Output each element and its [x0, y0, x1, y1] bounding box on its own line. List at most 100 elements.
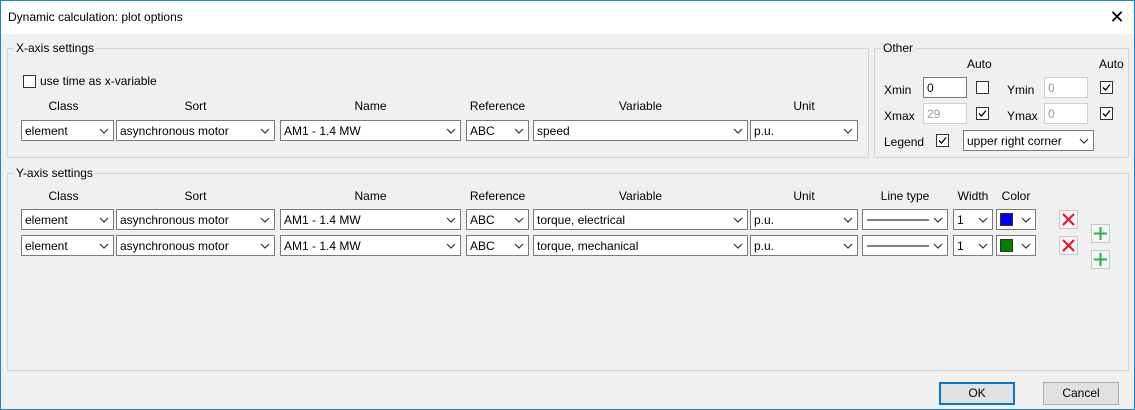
y1-color-select[interactable] [996, 209, 1036, 230]
chevron-down-icon [99, 125, 109, 135]
x-name-select[interactable]: AM1 - 1.4 MW [280, 120, 461, 141]
add-row-button[interactable] [1091, 224, 1110, 243]
y1-name-select[interactable]: AM1 - 1.4 MW [280, 209, 461, 230]
delete-row-2-button[interactable] [1059, 236, 1078, 255]
x-class-select[interactable]: element [21, 120, 114, 141]
chevron-down-icon [733, 240, 743, 250]
chevron-down-icon [933, 214, 943, 224]
chevron-down-icon [446, 240, 456, 250]
y-header-class: Class [48, 189, 79, 203]
use-time-checkbox[interactable] [23, 75, 36, 88]
auto-label-x: Auto [967, 57, 992, 71]
y1-width-select[interactable]: 1 [953, 209, 993, 230]
y-header-unit: Unit [793, 189, 815, 203]
y-header-variable: Variable [618, 189, 663, 203]
close-icon[interactable]: ✕ [1106, 6, 1128, 28]
ymax-label: Ymax [1007, 109, 1038, 123]
legend-checkbox[interactable] [936, 134, 949, 147]
y2-variable-select[interactable]: torque, mechanical [533, 235, 748, 256]
xmax-field[interactable] [923, 103, 967, 124]
y-axis-settings-label: Y-axis settings [14, 166, 95, 180]
y2-color-select[interactable] [996, 235, 1036, 256]
plot-options-dialog: Dynamic calculation: plot options ✕ X-ax… [0, 0, 1135, 410]
y-header-reference: Reference [469, 189, 526, 203]
x-axis-settings-label: X-axis settings [14, 41, 97, 55]
ymin-auto-checkbox[interactable] [1100, 81, 1113, 94]
chevron-down-icon [99, 240, 109, 250]
xmax-auto-checkbox[interactable] [976, 107, 989, 120]
y-header-line-type: Line type [880, 189, 930, 203]
y-header-sort: Sort [184, 189, 207, 203]
solid-line-sample-icon [867, 245, 929, 247]
y2-unit-select[interactable]: p.u. [750, 235, 858, 256]
x-header-sort: Sort [184, 99, 207, 113]
chevron-down-icon [446, 125, 456, 135]
cancel-button[interactable]: Cancel [1043, 382, 1119, 405]
ymax-auto-checkbox[interactable] [1100, 107, 1113, 120]
chevron-down-icon [978, 240, 988, 250]
chevron-down-icon [99, 214, 109, 224]
y-header-name: Name [354, 189, 387, 203]
chevron-down-icon [733, 125, 743, 135]
chevron-down-icon [843, 125, 853, 135]
chevron-down-icon [260, 125, 270, 135]
ymin-label: Ymin [1007, 83, 1035, 97]
ymax-field[interactable] [1044, 103, 1088, 124]
x-reference-select[interactable]: ABC [466, 120, 529, 141]
y2-reference-select[interactable]: ABC [466, 235, 529, 256]
x-header-reference: Reference [469, 99, 526, 113]
add-row-button-2[interactable] [1091, 250, 1110, 269]
y1-line-type-select[interactable] [862, 209, 948, 230]
x-header-class: Class [48, 99, 79, 113]
legend-position-select[interactable]: upper right corner [963, 130, 1094, 151]
y-header-color: Color [1001, 189, 1031, 203]
x-header-unit: Unit [793, 99, 815, 113]
y2-sort-select[interactable]: asynchronous motor [116, 235, 275, 256]
green-plus-add-icon [1094, 227, 1107, 240]
chevron-down-icon [514, 125, 524, 135]
y1-variable-select[interactable]: torque, electrical [533, 209, 748, 230]
chevron-down-icon [260, 240, 270, 250]
chevron-down-icon [843, 214, 853, 224]
use-time-label: use time as x-variable [40, 74, 157, 88]
title-bar: Dynamic calculation: plot options ✕ [1, 1, 1134, 34]
xmin-label: Xmin [884, 83, 912, 97]
x-variable-select[interactable]: speed [533, 120, 748, 141]
other-label: Other [881, 41, 916, 55]
color-swatch [1000, 213, 1013, 226]
y1-sort-select[interactable]: asynchronous motor [116, 209, 275, 230]
y2-width-select[interactable]: 1 [953, 235, 993, 256]
x-sort-select[interactable]: asynchronous motor [116, 120, 275, 141]
y1-unit-select[interactable]: p.u. [750, 209, 858, 230]
chevron-down-icon [1079, 135, 1089, 145]
green-plus-add-icon [1094, 253, 1107, 266]
chevron-down-icon [1021, 240, 1031, 250]
legend-label: Legend [884, 135, 925, 149]
ok-button[interactable]: OK [939, 382, 1015, 405]
window-title: Dynamic calculation: plot options [8, 10, 183, 24]
chevron-down-icon [933, 240, 943, 250]
chevron-down-icon [514, 240, 524, 250]
x-axis-settings-group: X-axis settings use time as x-variable C… [7, 41, 869, 158]
chevron-down-icon [843, 240, 853, 250]
xmin-field[interactable] [923, 77, 967, 98]
x-unit-select[interactable]: p.u. [750, 120, 858, 141]
xmin-auto-checkbox[interactable] [976, 81, 989, 94]
y-axis-settings-group: Y-axis settings Class Sort Name Referenc… [7, 166, 1129, 371]
delete-row-1-button[interactable] [1059, 210, 1078, 229]
y2-line-type-select[interactable] [862, 235, 948, 256]
y1-reference-select[interactable]: ABC [466, 209, 529, 230]
red-x-delete-icon [1062, 239, 1075, 252]
y2-name-select[interactable]: AM1 - 1.4 MW [280, 235, 461, 256]
y1-class-select[interactable]: element [21, 209, 114, 230]
y2-class-select[interactable]: element [21, 235, 114, 256]
chevron-down-icon [978, 214, 988, 224]
other-group: Other Auto Auto Xmin Ymin Xmax Ymax Lege… [874, 41, 1129, 158]
auto-label-y: Auto [1099, 57, 1124, 71]
y-header-width: Width [957, 189, 989, 203]
xmax-label: Xmax [884, 109, 915, 123]
chevron-down-icon [446, 214, 456, 224]
chevron-down-icon [1021, 214, 1031, 224]
ymin-field[interactable] [1044, 77, 1088, 98]
x-header-name: Name [354, 99, 387, 113]
